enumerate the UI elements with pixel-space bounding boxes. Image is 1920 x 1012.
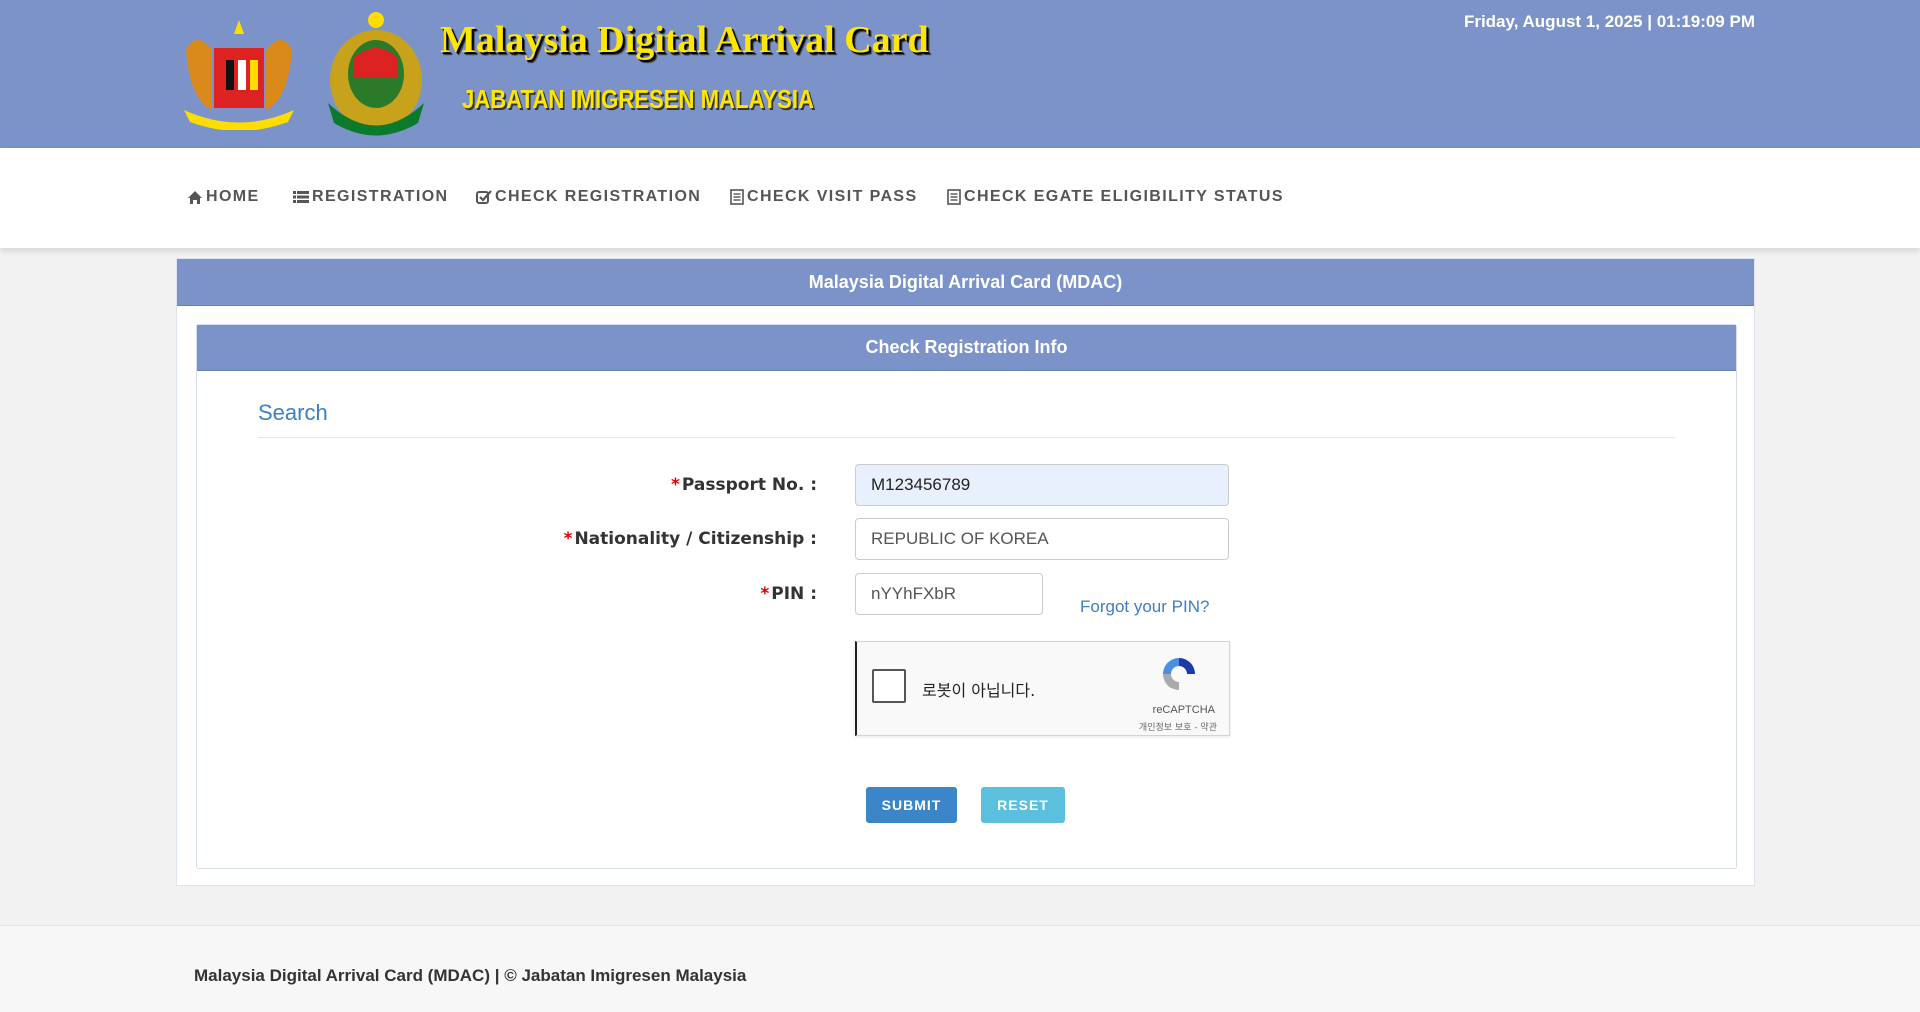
pin-input[interactable]: nYYhFXbR [855,573,1043,615]
passport-label: * Passport No. : [671,475,817,495]
home-icon [188,190,202,204]
recaptcha-brand: reCAPTCHA [1152,704,1215,716]
check-square-icon [476,189,492,204]
passport-input[interactable]: M123456789 [855,464,1229,506]
search-heading: Search [258,400,328,425]
nav-home[interactable]: HOME [187,188,260,206]
nav-check-egate-eligibility[interactable]: CHECK EGATE ELIGIBILITY STATUS [947,188,1284,206]
list-icon [293,191,309,203]
submit-button[interactable]: SUBMIT [866,787,957,823]
nationality-input[interactable]: REPUBLIC OF KOREA [855,518,1229,560]
coat-of-arms-logo [184,20,294,130]
document-icon [730,189,744,205]
main-nav: HOME REGISTRATION CHECK REGISTRATION CHE… [0,148,1920,248]
datetime: Friday, August 1, 2025 | 01:19:09 PM [1463,12,1755,31]
nav-check-registration[interactable]: CHECK REGISTRATION [476,188,701,206]
recaptcha-icon [1163,658,1195,690]
recaptcha-widget: 로봇이 아닙니다. reCAPTCHA 개인정보 보호 - 약관 [855,641,1230,736]
nav-registration[interactable]: REGISTRATION [293,188,449,206]
nav-check-visit-pass[interactable]: CHECK VISIT PASS [730,188,918,206]
recaptcha-links[interactable]: 개인정보 보호 - 약관 [1139,720,1217,733]
site-subtitle: JABATAN IMIGRESEN MALAYSIA [462,84,814,114]
document-icon [947,189,961,205]
divider [258,437,1675,438]
recaptcha-label: 로봇이 아닙니다. [922,681,1036,700]
pin-label: * PIN : [760,584,817,604]
nationality-label: * Nationality / Citizenship : [563,529,817,549]
forgot-pin-link[interactable]: Forgot your PIN? [1080,597,1209,617]
footer-text: Malaysia Digital Arrival Card (MDAC) | ©… [194,966,747,985]
footer: Malaysia Digital Arrival Card (MDAC) | ©… [0,925,1920,1012]
immigration-emblem-logo [328,12,424,136]
reset-button[interactable]: RESET [981,787,1065,823]
section-title: Check Registration Info [197,325,1736,371]
mdac-panel: Malaysia Digital Arrival Card (MDAC) Che… [176,258,1755,886]
recaptcha-checkbox[interactable] [872,669,906,703]
panel-title: Malaysia Digital Arrival Card (MDAC) [177,259,1754,306]
header-banner: Malaysia Digital Arrival Card JABATAN IM… [0,0,1920,148]
site-title: Malaysia Digital Arrival Card [440,19,929,61]
check-registration-panel: Check Registration Info Search * Passport… [196,324,1737,869]
